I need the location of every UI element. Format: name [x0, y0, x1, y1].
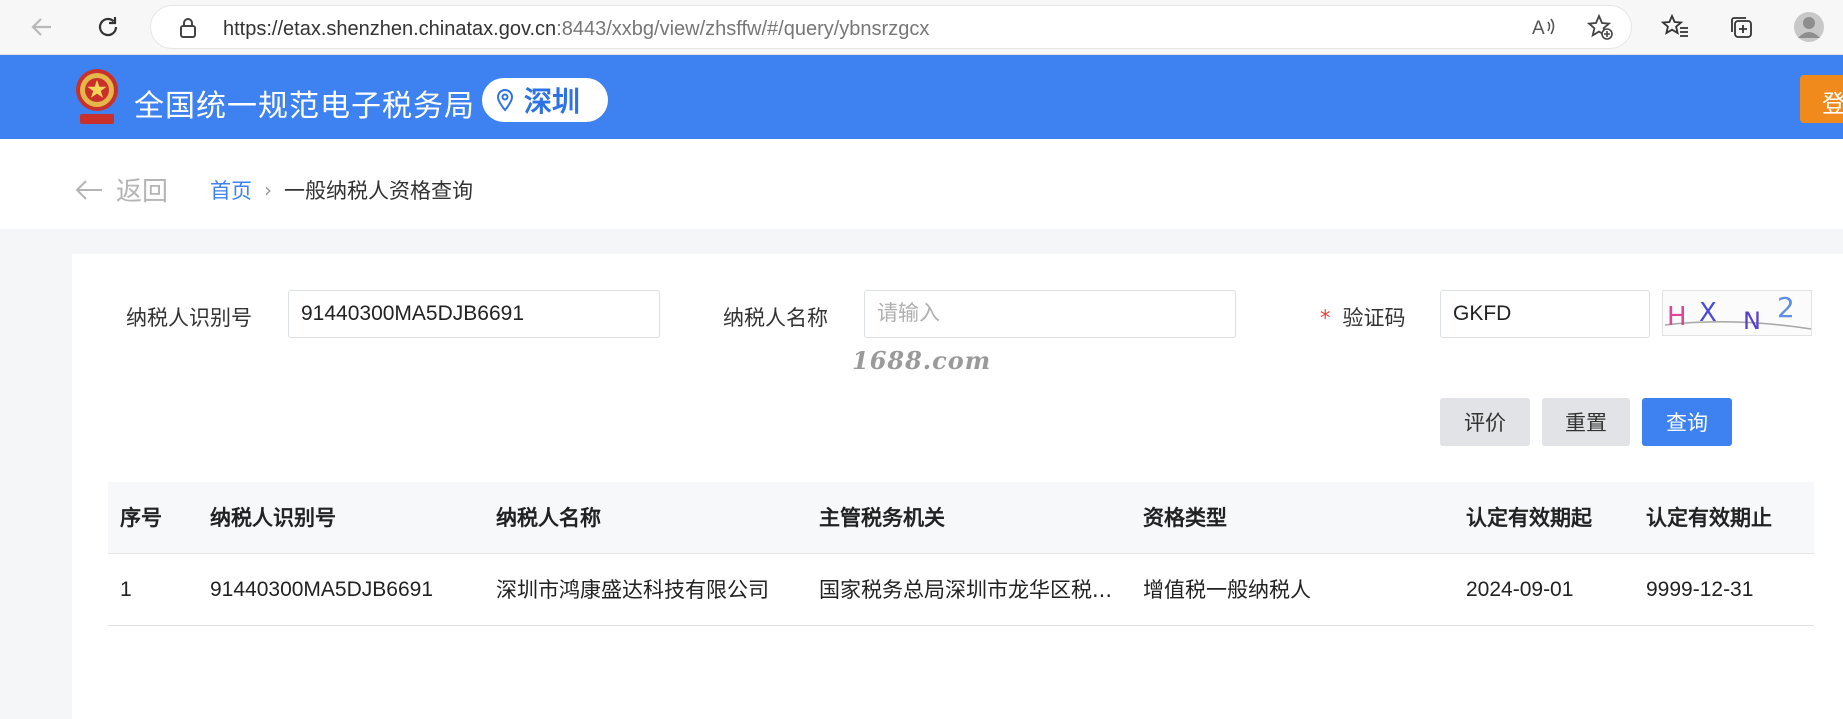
captcha-char: 2: [1777, 291, 1795, 324]
table-row[interactable]: 1 91440300MA5DJB6691 深圳市鸿康盛达科技有限公司 国家税务总…: [108, 554, 1814, 626]
captcha-char: N: [1743, 307, 1761, 335]
table-cell: 深圳市鸿康盛达科技有限公司: [496, 578, 769, 602]
collections-icon[interactable]: [1724, 10, 1758, 44]
site-header: 全国统一规范电子税务局 深圳 登: [0, 55, 1843, 139]
browser-toolbar: https://etax.shenzhen.chinatax.gov.cn:84…: [0, 0, 1843, 55]
table-cell: 国家税务总局深圳市龙华区税...: [819, 578, 1113, 602]
captcha-char: X: [1699, 298, 1717, 328]
url-text: https://etax.shenzhen.chinatax.gov.cn:84…: [223, 18, 929, 41]
table-cell: 91440300MA5DJB6691: [210, 578, 434, 601]
breadcrumb-current: 一般纳税人资格查询: [284, 179, 473, 203]
table-header-row: 序号 纳税人识别号 纳税人名称 主管税务机关 资格类型 认定有效期起 认定有效期…: [108, 482, 1814, 554]
watermark-text: 1688.com: [852, 346, 992, 375]
add-favorite-icon[interactable]: [1583, 10, 1617, 44]
required-mark: *: [1320, 306, 1331, 330]
address-bar[interactable]: https://etax.shenzhen.chinatax.gov.cn:84…: [150, 5, 1632, 49]
back-label: 返回: [116, 177, 169, 207]
query-button[interactable]: 查询: [1642, 398, 1732, 446]
breadcrumb: 首页 › 一般纳税人资格查询: [210, 175, 473, 205]
location-pin-icon: [496, 88, 514, 112]
taxpayer-name-label: 纳税人名称: [723, 306, 828, 330]
site-title: 全国统一规范电子税务局: [134, 89, 475, 124]
column-header: 纳税人识别号: [210, 506, 336, 530]
profile-avatar-icon[interactable]: [1792, 10, 1826, 44]
column-header: 认定有效期起: [1466, 506, 1592, 530]
table-cell: 9999-12-31: [1646, 578, 1754, 601]
captcha-label-wrap: * 验证码: [1320, 302, 1406, 332]
url-host: https://etax.shenzhen.chinatax.gov.cn: [223, 18, 557, 40]
favorites-icon[interactable]: [1658, 10, 1692, 44]
lock-icon[interactable]: [179, 17, 197, 39]
refresh-icon[interactable]: [90, 10, 126, 44]
column-header: 认定有效期止: [1646, 506, 1772, 530]
evaluate-button[interactable]: 评价: [1440, 398, 1530, 446]
captcha-image[interactable]: H X N 2: [1662, 290, 1812, 336]
city-selector[interactable]: 深圳: [482, 78, 608, 122]
captcha-char: H: [1667, 302, 1687, 332]
column-header: 纳税人名称: [496, 506, 601, 530]
breadcrumb-separator: ›: [264, 178, 272, 202]
back-button[interactable]: 返回: [74, 171, 168, 208]
table-cell: 1: [120, 578, 132, 601]
login-button[interactable]: 登: [1800, 75, 1843, 123]
breadcrumb-bar: 返回 首页 › 一般纳税人资格查询: [0, 139, 1843, 229]
captcha-label: 验证码: [1342, 306, 1406, 330]
reset-button[interactable]: 重置: [1542, 398, 1630, 446]
back-arrow-icon: [75, 179, 102, 200]
tax-emblem-icon: [72, 66, 122, 130]
table-cell: 2024-09-01: [1466, 578, 1574, 601]
taxpayer-id-label: 纳税人识别号: [126, 306, 252, 330]
city-name: 深圳: [524, 85, 581, 118]
svg-text:A: A: [1532, 18, 1545, 39]
back-arrow-icon[interactable]: [24, 10, 60, 44]
column-header: 序号: [120, 506, 162, 530]
column-header: 主管税务机关: [819, 506, 945, 530]
taxpayer-name-input[interactable]: [864, 290, 1236, 338]
table-cell: 增值税一般纳税人: [1143, 578, 1311, 602]
url-path: :8443/xxbg/view/zhsffw/#/query/ybnsrzgcx: [556, 18, 930, 40]
query-panel: 纳税人识别号 纳税人名称 * 验证码 H X N 2 1688.com 评价 重置…: [72, 254, 1843, 719]
breadcrumb-home-link[interactable]: 首页: [210, 175, 252, 205]
captcha-input[interactable]: [1440, 290, 1650, 338]
results-table: 序号 纳税人识别号 纳税人名称 主管税务机关 资格类型 认定有效期起 认定有效期…: [108, 482, 1814, 626]
read-aloud-icon[interactable]: A: [1527, 10, 1561, 44]
column-header: 资格类型: [1143, 506, 1227, 530]
taxpayer-id-input[interactable]: [288, 290, 660, 338]
